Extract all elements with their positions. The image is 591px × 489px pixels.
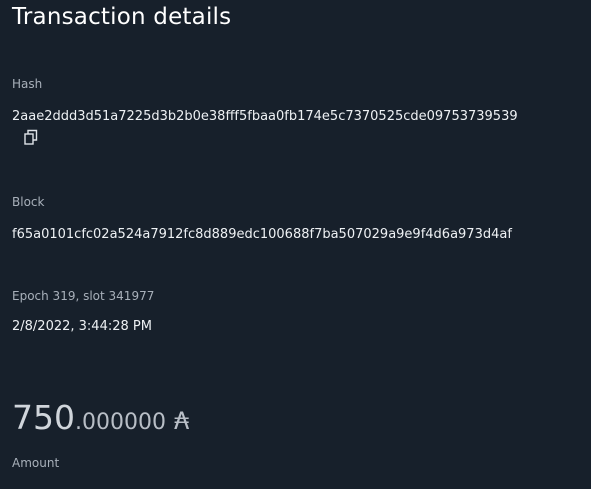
transaction-timestamp: 2/8/2022, 3:44:28 PM — [12, 319, 152, 334]
hash-value: 2aae2ddd3d51a7225d3b2b0e38fff5fbaa0fb174… — [12, 109, 518, 124]
amount-integer: 750 — [12, 398, 75, 437]
amount-label: Amount — [12, 456, 60, 470]
page-title: Transaction details — [12, 4, 232, 30]
hash-label: Hash — [12, 77, 43, 91]
copy-icon — [24, 129, 38, 145]
amount-value: 750 .000000 ₳ — [12, 398, 189, 437]
epoch-slot-label: Epoch 319, slot 341977 — [12, 289, 155, 303]
block-value[interactable]: f65a0101cfc02a524a7912fc8d889edc100688f7… — [12, 227, 512, 242]
amount-decimal: .000000 — [75, 410, 166, 435]
copy-hash-button[interactable] — [24, 129, 38, 145]
block-label: Block — [12, 195, 45, 209]
ada-currency-icon: ₳ — [173, 407, 190, 435]
